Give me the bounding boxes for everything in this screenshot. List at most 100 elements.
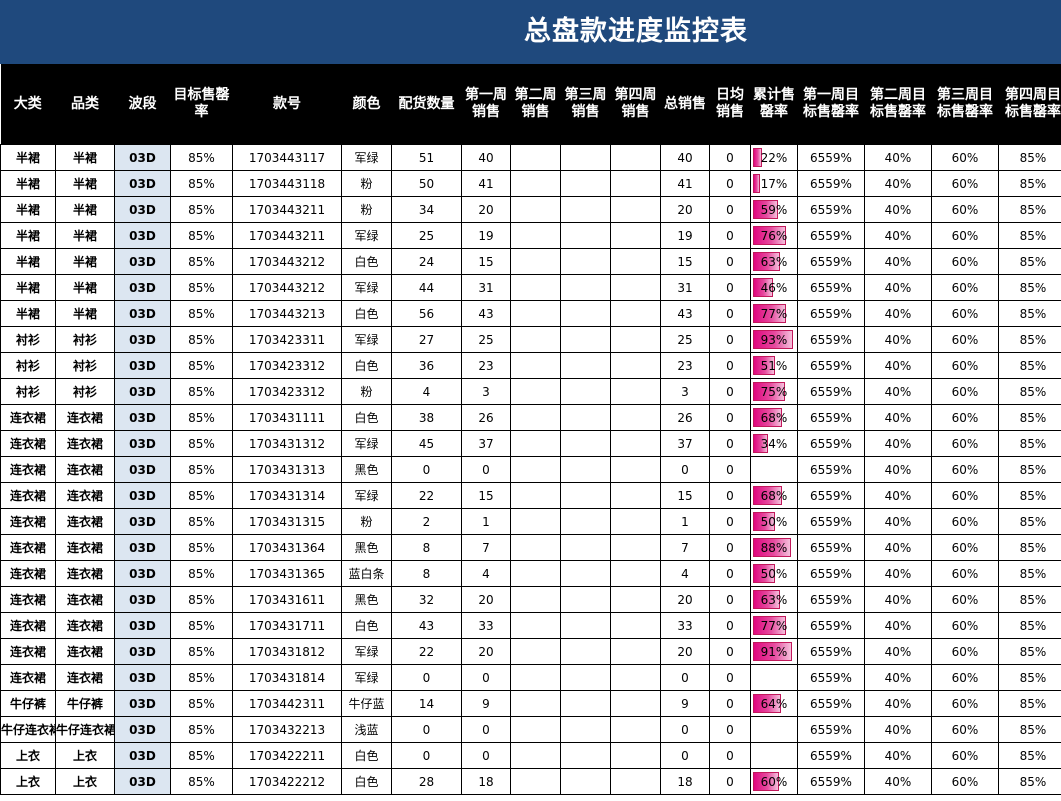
subcategory-cell[interactable]: 连衣裙 — [55, 586, 115, 613]
week1-target-cell[interactable]: 6559% — [797, 742, 865, 769]
daily-sales-cell[interactable]: 0 — [709, 248, 751, 275]
cumulative-rate-cell[interactable]: 77% — [750, 300, 798, 327]
week2-target-cell[interactable]: 40% — [864, 716, 932, 743]
cumulative-rate-cell[interactable]: 63% — [750, 586, 798, 613]
wave-cell[interactable]: 03D — [114, 586, 171, 613]
week1-target-cell[interactable]: 6559% — [797, 664, 865, 691]
column-header[interactable]: 累计售罄率 — [750, 64, 798, 145]
subcategory-cell[interactable]: 连衣裙 — [55, 482, 115, 509]
column-header[interactable]: 款号 — [232, 64, 342, 145]
wave-cell[interactable]: 03D — [114, 716, 171, 743]
week4-target-cell[interactable]: 85% — [998, 170, 1061, 197]
week1-sales-cell[interactable]: 1 — [461, 508, 511, 535]
wave-cell[interactable]: 03D — [114, 404, 171, 431]
target-rate-cell[interactable]: 85% — [170, 534, 233, 561]
total-sales-cell[interactable]: 19 — [660, 222, 710, 249]
week1-target-cell[interactable]: 6559% — [797, 716, 865, 743]
week2-sales-cell[interactable] — [510, 534, 561, 561]
wave-cell[interactable]: 03D — [114, 690, 171, 717]
week2-sales-cell[interactable] — [510, 196, 561, 223]
week3-sales-cell[interactable] — [560, 586, 611, 613]
subcategory-cell[interactable]: 半裙 — [55, 222, 115, 249]
target-rate-cell[interactable]: 85% — [170, 248, 233, 275]
week3-sales-cell[interactable] — [560, 404, 611, 431]
target-rate-cell[interactable]: 85% — [170, 352, 233, 379]
week1-target-cell[interactable]: 6559% — [797, 482, 865, 509]
week2-sales-cell[interactable] — [510, 690, 561, 717]
week2-target-cell[interactable]: 40% — [864, 248, 932, 275]
category-cell[interactable]: 上衣 — [0, 742, 56, 769]
color-cell[interactable]: 军绿 — [341, 482, 392, 509]
color-cell[interactable]: 黑色 — [341, 534, 392, 561]
week1-sales-cell[interactable]: 37 — [461, 430, 511, 457]
week1-target-cell[interactable]: 6559% — [797, 560, 865, 587]
category-cell[interactable]: 连衣裙 — [0, 586, 56, 613]
week1-sales-cell[interactable]: 31 — [461, 274, 511, 301]
category-cell[interactable]: 半裙 — [0, 196, 56, 223]
subcategory-cell[interactable]: 连衣裙 — [55, 456, 115, 483]
color-cell[interactable]: 蓝白条 — [341, 560, 392, 587]
week1-target-cell[interactable]: 6559% — [797, 300, 865, 327]
week1-sales-cell[interactable]: 20 — [461, 196, 511, 223]
week3-target-cell[interactable]: 60% — [931, 508, 999, 535]
wave-cell[interactable]: 03D — [114, 482, 171, 509]
week2-sales-cell[interactable] — [510, 612, 561, 639]
week4-target-cell[interactable]: 85% — [998, 300, 1061, 327]
week2-target-cell[interactable]: 40% — [864, 222, 932, 249]
week3-target-cell[interactable]: 60% — [931, 482, 999, 509]
column-header[interactable]: 总销售 — [660, 64, 710, 145]
subcategory-cell[interactable]: 连衣裙 — [55, 612, 115, 639]
category-cell[interactable]: 牛仔连衣裙 — [0, 716, 56, 743]
column-header[interactable]: 第三周销售 — [560, 64, 611, 145]
week4-target-cell[interactable]: 85% — [998, 638, 1061, 665]
wave-cell[interactable]: 03D — [114, 456, 171, 483]
week2-target-cell[interactable]: 40% — [864, 196, 932, 223]
qty-cell[interactable]: 50 — [391, 170, 462, 197]
week3-target-cell[interactable]: 60% — [931, 352, 999, 379]
subcategory-cell[interactable]: 连衣裙 — [55, 638, 115, 665]
week1-target-cell[interactable]: 6559% — [797, 430, 865, 457]
sku-cell[interactable]: 1703431313 — [232, 456, 342, 483]
total-sales-cell[interactable]: 0 — [660, 716, 710, 743]
daily-sales-cell[interactable]: 0 — [709, 768, 751, 795]
week3-sales-cell[interactable] — [560, 196, 611, 223]
week4-sales-cell[interactable] — [610, 586, 661, 613]
week4-sales-cell[interactable] — [610, 248, 661, 275]
sku-cell[interactable]: 1703443118 — [232, 170, 342, 197]
color-cell[interactable]: 浅蓝 — [341, 716, 392, 743]
category-cell[interactable]: 连衣裙 — [0, 456, 56, 483]
total-sales-cell[interactable]: 43 — [660, 300, 710, 327]
cumulative-rate-cell[interactable]: 93% — [750, 326, 798, 353]
sku-cell[interactable]: 1703431812 — [232, 638, 342, 665]
daily-sales-cell[interactable]: 0 — [709, 612, 751, 639]
sku-cell[interactable]: 1703423312 — [232, 378, 342, 405]
week4-target-cell[interactable]: 85% — [998, 378, 1061, 405]
color-cell[interactable]: 军绿 — [341, 274, 392, 301]
week4-target-cell[interactable]: 85% — [998, 612, 1061, 639]
target-rate-cell[interactable]: 85% — [170, 222, 233, 249]
week3-target-cell[interactable]: 60% — [931, 456, 999, 483]
total-sales-cell[interactable]: 18 — [660, 768, 710, 795]
target-rate-cell[interactable]: 85% — [170, 300, 233, 327]
sku-cell[interactable]: 1703423312 — [232, 352, 342, 379]
cumulative-rate-cell[interactable]: 68% — [750, 482, 798, 509]
target-rate-cell[interactable]: 85% — [170, 196, 233, 223]
qty-cell[interactable]: 22 — [391, 482, 462, 509]
week4-sales-cell[interactable] — [610, 508, 661, 535]
total-sales-cell[interactable]: 15 — [660, 248, 710, 275]
week1-sales-cell[interactable]: 20 — [461, 586, 511, 613]
sku-cell[interactable]: 1703422211 — [232, 742, 342, 769]
column-header[interactable]: 第二周目标售罄率 — [864, 64, 932, 145]
week1-target-cell[interactable]: 6559% — [797, 534, 865, 561]
week3-sales-cell[interactable] — [560, 560, 611, 587]
cumulative-rate-cell[interactable] — [750, 716, 798, 743]
week4-target-cell[interactable]: 85% — [998, 664, 1061, 691]
target-rate-cell[interactable]: 85% — [170, 144, 233, 171]
total-sales-cell[interactable]: 1 — [660, 508, 710, 535]
week1-target-cell[interactable]: 6559% — [797, 248, 865, 275]
week1-sales-cell[interactable]: 23 — [461, 352, 511, 379]
total-sales-cell[interactable]: 31 — [660, 274, 710, 301]
week1-sales-cell[interactable]: 15 — [461, 482, 511, 509]
week2-sales-cell[interactable] — [510, 144, 561, 171]
color-cell[interactable]: 军绿 — [341, 664, 392, 691]
